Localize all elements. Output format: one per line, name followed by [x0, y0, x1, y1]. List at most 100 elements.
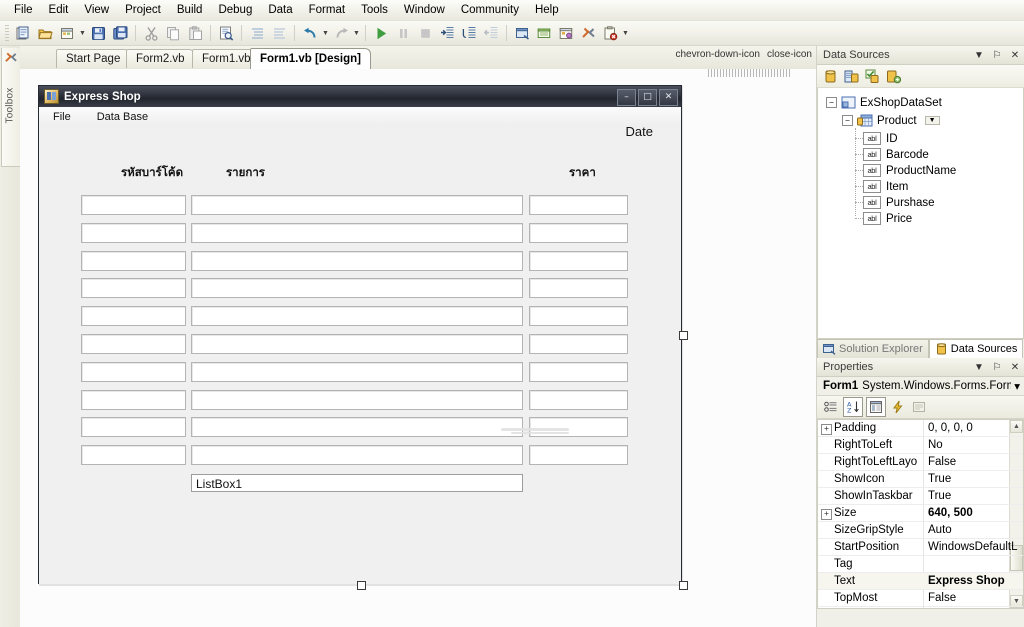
textbox-r6-c3[interactable]: [529, 334, 628, 354]
resize-handle-bottom-right[interactable]: [679, 581, 688, 590]
property-row-showicon[interactable]: ShowIcon True: [818, 471, 1023, 488]
add-new-item-icon[interactable]: [57, 23, 77, 43]
save-icon[interactable]: [88, 23, 108, 43]
menu-item-help[interactable]: Help: [527, 2, 567, 18]
tree-field-barcode[interactable]: abl Barcode: [863, 148, 929, 161]
textbox-r4-c2[interactable]: [191, 278, 523, 299]
new-project-icon[interactable]: [13, 23, 33, 43]
property-value[interactable]: True: [923, 490, 1023, 502]
categorized-view-icon[interactable]: [822, 398, 840, 416]
property-row-righttoleftlayo[interactable]: RightToLeftLayo False: [818, 454, 1023, 471]
textbox-r3-c2[interactable]: [191, 250, 523, 271]
textbox-r3-c1[interactable]: [81, 250, 186, 271]
resize-handle-right-middle[interactable]: [679, 331, 688, 340]
property-row-text[interactable]: Text Express Shop: [818, 573, 1023, 590]
property-row-size[interactable]: + Size 640, 500: [818, 505, 1023, 522]
textbox-r10-c3[interactable]: [529, 445, 628, 466]
table-dropdown-arrow[interactable]: ▼: [924, 116, 940, 125]
open-file-icon[interactable]: [35, 23, 55, 43]
listbox1[interactable]: ListBox1: [191, 474, 523, 492]
textbox-r6-c1[interactable]: [81, 334, 186, 354]
uncomment-icon[interactable]: [269, 23, 289, 43]
menu-item-build[interactable]: Build: [169, 2, 211, 18]
textbox-r1-c2[interactable]: [191, 195, 523, 215]
textbox-r5-c3[interactable]: [529, 306, 628, 327]
property-value[interactable]: False: [923, 456, 1023, 468]
document-tab-start-page[interactable]: Start Page: [56, 49, 131, 68]
maximize-button[interactable]: □: [638, 89, 657, 106]
solution-explorer-icon[interactable]: [512, 23, 532, 43]
textbox-r7-c1[interactable]: [81, 361, 186, 382]
menu-item-file[interactable]: File: [6, 2, 41, 18]
properties-window-icon[interactable]: [534, 23, 554, 43]
property-row-padding[interactable]: + Padding 0, 0, 0, 0: [818, 420, 1023, 437]
property-value[interactable]: Express Shop: [923, 575, 1023, 587]
step-over-icon[interactable]: [459, 23, 479, 43]
resize-handle-bottom-middle[interactable]: [357, 581, 366, 590]
properties-object-dropdown-arrow[interactable]: ▾: [1011, 379, 1020, 393]
menu-item-window[interactable]: Window: [396, 2, 453, 18]
menu-item-community[interactable]: Community: [453, 2, 527, 18]
property-row-righttoleft[interactable]: RightToLeft No: [818, 437, 1023, 454]
toolbar-grip[interactable]: [5, 25, 9, 41]
menu-item-debug[interactable]: Debug: [210, 2, 260, 18]
textbox-r1-c3[interactable]: [529, 195, 628, 215]
minimize-button[interactable]: –: [617, 89, 636, 106]
textbox-r7-c3[interactable]: [529, 361, 628, 382]
property-expander[interactable]: +: [821, 509, 832, 520]
properties-grid[interactable]: ▲ ▼ + Padding 0, 0, 0, 0 RightToLeft No Right…: [817, 419, 1024, 609]
textbox-r4-c3[interactable]: [529, 278, 628, 299]
toolbox-tab[interactable]: Toolbox: [1, 48, 21, 167]
property-row-showintaskbar[interactable]: ShowInTaskbar True: [818, 488, 1023, 505]
property-value[interactable]: Auto: [923, 524, 1023, 536]
alphabetical-sort-icon[interactable]: A Z: [843, 397, 863, 417]
copy-icon[interactable]: [163, 23, 183, 43]
textbox-r10-c2[interactable]: [191, 445, 523, 466]
dock-tab-solution-explorer[interactable]: Solution Explorer: [817, 339, 929, 358]
auto-hide-pin-icon[interactable]: ⚐: [991, 50, 1003, 61]
error-list-icon[interactable]: [600, 23, 620, 43]
stop-icon[interactable]: [415, 23, 435, 43]
design-form-window[interactable]: Express Shop – □ ✕ File Data Base Date ร…: [38, 85, 682, 584]
edit-dataset-with-designer-icon[interactable]: [844, 69, 859, 84]
menu-item-data[interactable]: Data: [260, 2, 300, 18]
menu-item-view[interactable]: View: [76, 2, 117, 18]
undo-icon[interactable]: [300, 23, 320, 43]
textbox-r4-c1[interactable]: [81, 278, 186, 299]
textbox-r8-c1[interactable]: [81, 389, 186, 410]
refresh-schema-icon[interactable]: [886, 69, 901, 84]
add-new-data-source-icon[interactable]: [823, 69, 838, 84]
document-tab-form2-vb[interactable]: Form2.vb: [126, 49, 195, 68]
property-value[interactable]: WindowsDefaultL: [923, 541, 1023, 553]
redo-icon[interactable]: [331, 23, 351, 43]
object-browser-icon[interactable]: [556, 23, 576, 43]
step-into-icon[interactable]: [437, 23, 457, 43]
data-sources-tree[interactable]: − ExShopDataSet − Product ▼ abl ID abl Barcode ab…: [817, 88, 1024, 339]
undo-dropdown-arrow[interactable]: ▼: [321, 23, 330, 43]
property-value[interactable]: 640, 500: [923, 507, 1023, 519]
textbox-r5-c1[interactable]: [81, 306, 186, 327]
chevron-down-icon[interactable]: chevron-down-icon: [675, 49, 760, 60]
cut-icon[interactable]: [141, 23, 161, 43]
tree-node-table-product[interactable]: − Product ▼: [842, 114, 940, 127]
pause-icon[interactable]: [393, 23, 413, 43]
redo-dropdown-arrow[interactable]: ▼: [352, 23, 361, 43]
property-value[interactable]: True: [923, 473, 1023, 485]
menu-item-format[interactable]: Format: [301, 2, 353, 18]
form-menu-item-file[interactable]: File: [53, 111, 71, 123]
textbox-r8-c2[interactable]: [191, 389, 523, 410]
close-pane-icon-properties[interactable]: ✕: [1009, 362, 1021, 373]
events-view-icon[interactable]: [889, 398, 907, 416]
document-tab-form1-vb-design[interactable]: Form1.vb [Design]: [250, 48, 371, 69]
tree-node-dataset[interactable]: − ExShopDataSet: [826, 96, 942, 109]
step-out-icon[interactable]: [481, 23, 501, 43]
start-debug-icon[interactable]: [371, 23, 391, 43]
menu-item-tools[interactable]: Tools: [353, 2, 396, 18]
find-icon[interactable]: [216, 23, 236, 43]
form-menu-item-database[interactable]: Data Base: [97, 111, 148, 123]
form-client-area[interactable]: File Data Base Date รหัสบาร์โค้ด รายการ รา…: [39, 107, 681, 584]
tree-field-item[interactable]: abl Item: [863, 180, 908, 193]
textbox-r6-c2[interactable]: [191, 334, 523, 354]
expander-dataset[interactable]: −: [826, 97, 837, 108]
expander-product[interactable]: −: [842, 115, 853, 126]
